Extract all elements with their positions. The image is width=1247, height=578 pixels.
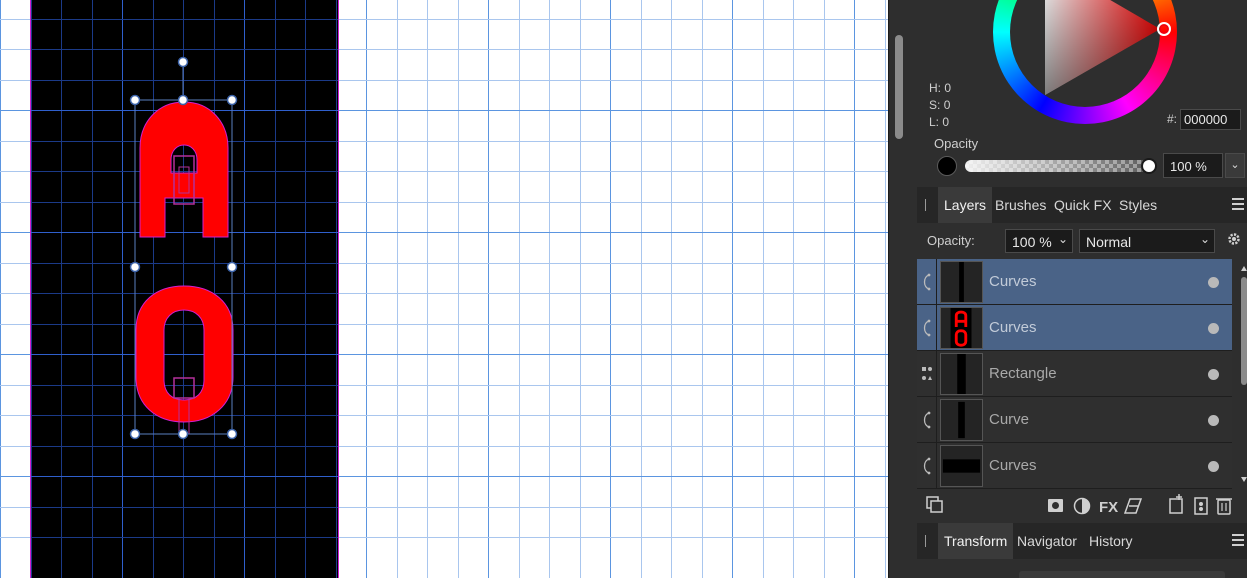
- saturation-readout: S: 0: [929, 98, 951, 112]
- curve-icon: [923, 397, 937, 443]
- panel-menu-icon[interactable]: [1232, 198, 1244, 210]
- layer-thumbnail: [940, 445, 983, 487]
- layer-name: Curves: [989, 457, 1037, 474]
- glyph-o[interactable]: [135, 285, 234, 435]
- layer-name: Curves: [989, 273, 1037, 290]
- visibility-dot-icon[interactable]: [1208, 369, 1219, 380]
- canvas-overlay: [31, 0, 338, 578]
- color-triangle[interactable]: [993, 0, 1177, 124]
- layer-name: Curves: [989, 319, 1037, 336]
- layer-toolbar: Opacity: 100 % ⌄ Normal ⌄: [917, 226, 1247, 258]
- layer-actions-bar: FX: [926, 494, 1232, 516]
- opacity-slider-knob[interactable]: [1141, 158, 1157, 174]
- trash-icon[interactable]: [1216, 498, 1232, 515]
- opacity-value-field[interactable]: 100 %: [1163, 153, 1223, 178]
- resize-handle[interactable]: [129, 94, 141, 106]
- resize-handle[interactable]: [129, 261, 141, 273]
- visibility-dot-icon[interactable]: [1208, 415, 1219, 426]
- opacity-slider[interactable]: [965, 160, 1147, 172]
- transform-tabbar: Transform Navigator History: [917, 523, 1247, 559]
- gear-icon[interactable]: [1227, 232, 1241, 246]
- add-layer-icon[interactable]: [1169, 494, 1183, 514]
- shape-icon: [922, 351, 937, 397]
- panel-grip[interactable]: [925, 199, 926, 211]
- panel-menu-icon[interactable]: [1232, 534, 1244, 546]
- layer-row[interactable]: Curves: [917, 259, 1232, 305]
- pixel-brush-icon[interactable]: [1123, 498, 1143, 514]
- resize-handle[interactable]: [226, 428, 238, 440]
- hue-readout: H: 0: [929, 81, 952, 95]
- tab-quick-fx[interactable]: Quick FX: [1048, 187, 1118, 223]
- mask-layer-icon[interactable]: [1048, 499, 1063, 512]
- layer-thumbnail: [940, 261, 983, 303]
- visibility-dot-icon[interactable]: [1208, 461, 1219, 472]
- layer-row[interactable]: Curve: [917, 397, 1232, 443]
- panel-scrollbar[interactable]: [895, 35, 903, 139]
- layer-row[interactable]: Curves: [917, 305, 1232, 351]
- hex-input[interactable]: 000000: [1180, 109, 1241, 130]
- layers-list[interactable]: Curves Curves Rectangle Curve Curves: [917, 259, 1232, 489]
- layers-tabbar: Layers Brushes Quick FX Styles: [917, 187, 1247, 223]
- blend-mode-select[interactable]: Normal ⌄: [1079, 229, 1215, 253]
- color-swatch[interactable]: [937, 156, 957, 176]
- layer-thumbnail: [940, 399, 983, 441]
- adjustment-icon[interactable]: [1073, 497, 1091, 515]
- group-layers-icon[interactable]: [1194, 497, 1208, 515]
- hex-label: #:: [1167, 112, 1178, 126]
- layer-thumbnail: [940, 307, 983, 349]
- resize-handle[interactable]: [129, 428, 141, 440]
- svg-text:FX: FX: [1099, 499, 1118, 516]
- layer-opacity-select[interactable]: 100 % ⌄: [1005, 229, 1073, 253]
- app-window: H: 0 S: 0 L: 0 #: 000000 Opacity 100 % ⌄…: [0, 0, 1247, 578]
- layer-opacity-label: Opacity:: [927, 233, 975, 248]
- tab-layers[interactable]: Layers: [938, 187, 993, 223]
- rotation-handle[interactable]: [177, 56, 189, 68]
- tab-navigator[interactable]: Navigator: [1011, 523, 1083, 559]
- tab-history[interactable]: History: [1083, 523, 1139, 559]
- layers-scrollbar[interactable]: [1240, 259, 1247, 489]
- lightness-readout: L: 0: [929, 115, 950, 129]
- panel-grip[interactable]: [925, 535, 926, 547]
- opacity-dropdown-button[interactable]: ⌄: [1225, 153, 1245, 178]
- visibility-dot-icon[interactable]: [1208, 323, 1219, 334]
- arrange-icon[interactable]: [926, 496, 943, 513]
- layer-name: Rectangle: [989, 365, 1057, 382]
- curve-icon: [923, 443, 937, 489]
- layer-row[interactable]: Rectangle: [917, 351, 1232, 397]
- resize-handle[interactable]: [177, 94, 189, 106]
- live-filter-icon[interactable]: FX: [1099, 499, 1118, 516]
- resize-handle[interactable]: [226, 94, 238, 106]
- tab-styles[interactable]: Styles: [1113, 187, 1163, 223]
- studio-panel: H: 0 S: 0 L: 0 #: 000000 Opacity 100 % ⌄…: [888, 0, 1247, 578]
- visibility-dot-icon[interactable]: [1208, 277, 1219, 288]
- curve-icon: [923, 305, 937, 351]
- resize-handle[interactable]: [177, 428, 189, 440]
- layer-thumbnail: [940, 353, 983, 395]
- document-canvas[interactable]: [0, 0, 888, 578]
- tab-transform[interactable]: Transform: [938, 523, 1014, 559]
- resize-handle[interactable]: [226, 261, 238, 273]
- transform-field[interactable]: [1019, 571, 1225, 578]
- opacity-title: Opacity: [934, 136, 979, 151]
- tab-brushes[interactable]: Brushes: [989, 187, 1052, 223]
- layer-row[interactable]: Curves: [917, 443, 1232, 489]
- curve-icon: [923, 259, 937, 305]
- layer-name: Curve: [989, 411, 1030, 428]
